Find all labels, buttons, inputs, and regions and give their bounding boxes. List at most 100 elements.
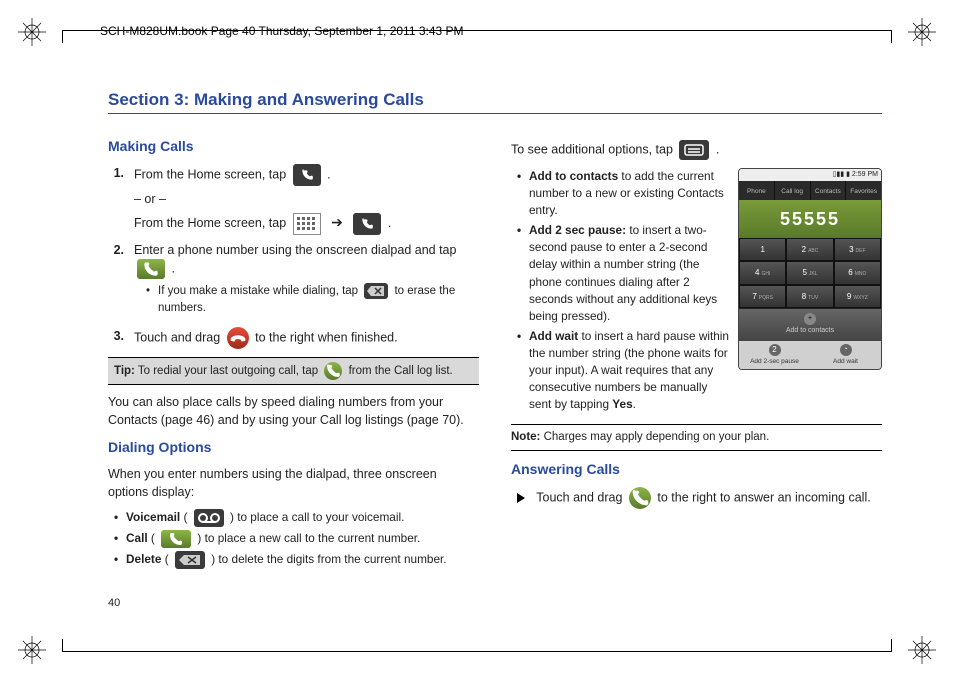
- option-call: • Call ( ) to place a new call to the cu…: [114, 530, 479, 548]
- mock-tab: Phone: [739, 181, 775, 199]
- mock-key: 2ABC: [786, 238, 833, 262]
- option-label: Add to contacts: [529, 169, 618, 183]
- step-text: From the Home screen, tap: [134, 168, 286, 182]
- step-text: Enter a phone number using the onscreen …: [134, 243, 456, 257]
- mock-key: 3DEF: [834, 238, 881, 262]
- or-separator: – or –: [134, 190, 479, 208]
- step-number: 3.: [108, 327, 134, 349]
- step-text: .: [171, 262, 174, 276]
- bullet-text: If you make a mistake while dialing, tap: [158, 285, 358, 297]
- mock-battery-icon: ▮: [846, 170, 850, 180]
- step-number: 1.: [108, 164, 134, 235]
- call-button-icon: [137, 259, 165, 279]
- mock-time: 2:59 PM: [852, 170, 878, 180]
- mock-key: 7PQRS: [739, 285, 786, 309]
- mock-key: 5JKL: [786, 261, 833, 285]
- answer-step: Touch and drag to the right to answer an…: [511, 487, 882, 509]
- see-more-line: To see additional options, tap .: [511, 140, 882, 160]
- mock-tab: Contacts: [811, 181, 847, 199]
- voicemail-icon: [194, 509, 224, 527]
- clock-badge-icon: ◔: [840, 344, 852, 356]
- option-add-contacts: • Add to contacts to add the current num…: [517, 168, 730, 219]
- sub-bullet: • If you make a mistake while dialing, t…: [146, 283, 479, 316]
- apps-grid-icon: [293, 213, 321, 235]
- step-text: .: [388, 216, 391, 230]
- pause-badge-icon: 2: [769, 344, 781, 356]
- page-number: 40: [108, 596, 120, 612]
- note-text: Charges may apply depending on your plan…: [544, 431, 770, 443]
- mock-bottom-options: 2Add 2-sec pause ◔Add wait: [739, 341, 881, 369]
- mock-tabs: Phone Call log Contacts Favorites: [739, 181, 881, 199]
- mock-option-label: Add 2-sec pause: [739, 357, 810, 366]
- running-header: SCH-M828UM.book Page 40 Thursday, Septem…: [100, 24, 464, 38]
- step-text: Touch and drag: [536, 491, 622, 505]
- answer-call-icon: [629, 487, 651, 509]
- plus-icon: +: [804, 313, 816, 325]
- option-text: ) to place a new call to the current num…: [197, 532, 420, 546]
- delete-icon: [364, 283, 388, 299]
- note-box: Note: Charges may apply depending on you…: [511, 424, 882, 451]
- crop-mark-tr: [908, 18, 936, 46]
- tip-box: Tip: To redial your last outgoing call, …: [108, 357, 479, 385]
- call-button-icon: [161, 530, 191, 548]
- paragraph-speed-dial: You can also place calls by speed dialin…: [108, 393, 479, 429]
- option-label: Delete: [126, 553, 161, 567]
- mock-signal-icon: ▯▮▮: [833, 170, 845, 180]
- option-text: ) to delete the digits from the current …: [211, 553, 446, 567]
- mock-add-label: Add to contacts: [739, 326, 881, 336]
- menu-icon: [679, 140, 709, 160]
- step-text: Touch and drag: [134, 330, 220, 344]
- making-calls-heading: Making Calls: [108, 136, 479, 156]
- text: To see additional options, tap: [511, 142, 673, 156]
- mock-option-wait: ◔Add wait: [810, 341, 881, 369]
- crop-bar-bottom: [62, 632, 892, 652]
- step-text: From the Home screen, tap: [134, 216, 286, 230]
- option-wait: • Add wait to insert a hard pause within…: [517, 328, 730, 413]
- triangle-bullet-icon: [517, 493, 525, 503]
- option-label: Add 2 sec pause:: [529, 223, 626, 237]
- mock-option-label: Add wait: [810, 357, 881, 366]
- step-2: 2. Enter a phone number using the onscre…: [108, 241, 479, 321]
- step-text: .: [327, 168, 330, 182]
- phone-icon: [293, 164, 321, 186]
- dialing-options-heading: Dialing Options: [108, 437, 479, 457]
- dialing-options-intro: When you enter numbers using the dialpad…: [108, 465, 479, 501]
- section-title: Section 3: Making and Answering Calls: [108, 90, 882, 114]
- mock-key: 9WXYZ: [834, 285, 881, 309]
- tip-text: To redial your last outgoing call, tap: [138, 365, 318, 377]
- step-text: to the right to answer an incoming call.: [657, 491, 870, 505]
- step-number: 2.: [108, 241, 134, 321]
- option-pause: • Add 2 sec pause: to insert a two-secon…: [517, 222, 730, 325]
- mock-add-to-contacts: + Add to contacts: [739, 308, 881, 340]
- mock-option-pause: 2Add 2-sec pause: [739, 341, 810, 369]
- answering-calls-heading: Answering Calls: [511, 459, 882, 479]
- call-icon: [324, 362, 342, 380]
- crop-mark-br: [908, 636, 936, 664]
- right-column: To see additional options, tap . ▯▮▮ ▮ 2…: [511, 132, 882, 572]
- option-text: ) to place a call to your voicemail.: [230, 511, 404, 525]
- option-label: Voicemail: [126, 511, 180, 525]
- crop-mark-bl: [18, 636, 46, 664]
- mock-keypad: 12ABC3DEF4GHI5JKL6MNO7PQRS8TUV9WXYZ: [739, 238, 881, 309]
- step-3: 3. Touch and drag to the right when fini…: [108, 327, 479, 349]
- mock-key: 6MNO: [834, 261, 881, 285]
- mock-key: 8TUV: [786, 285, 833, 309]
- mock-tab: Call log: [775, 181, 811, 199]
- mock-key: 4GHI: [739, 261, 786, 285]
- tip-label: Tip:: [114, 365, 135, 377]
- mock-number-display: 55555: [739, 200, 881, 238]
- mock-status-bar: ▯▮▮ ▮ 2:59 PM: [739, 169, 881, 181]
- option-text: .: [633, 397, 636, 411]
- phone-screenshot: ▯▮▮ ▮ 2:59 PM Phone Call log Contacts Fa…: [738, 168, 882, 370]
- mock-tab: Favorites: [846, 181, 881, 199]
- note-label: Note:: [511, 431, 540, 443]
- option-voicemail: • Voicemail ( ) to place a call to your …: [114, 509, 479, 527]
- page-content: Section 3: Making and Answering Calls Ma…: [108, 90, 882, 612]
- step-1: 1. From the Home screen, tap . – or – Fr…: [108, 164, 479, 235]
- tip-text: from the Call log list.: [349, 365, 453, 377]
- delete-icon: [175, 551, 205, 569]
- option-delete: • Delete ( ) to delete the digits from t…: [114, 551, 479, 569]
- left-column: Making Calls 1. From the Home screen, ta…: [108, 132, 479, 572]
- option-label: Call: [126, 532, 148, 546]
- end-call-icon: [227, 327, 249, 349]
